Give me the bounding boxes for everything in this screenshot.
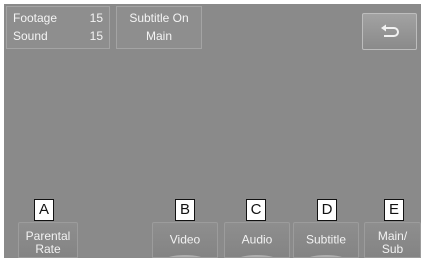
footage-row: Footage 15	[13, 11, 103, 27]
callout-e: E	[384, 199, 404, 221]
video-label: Video	[169, 232, 201, 247]
subtitle-status-line1: Subtitle On	[129, 11, 189, 25]
sound-row: Sound 15	[13, 29, 103, 45]
main-sub-button[interactable]: Main/ Sub	[364, 222, 421, 258]
footage-value: 15	[89, 11, 103, 25]
audio-indicator	[237, 255, 277, 257]
footage-sound-status: Footage 15 Sound 15	[6, 6, 110, 49]
callout-a: A	[34, 199, 54, 221]
subtitle-status-line2: Main	[145, 29, 172, 43]
callout-c: C	[246, 199, 266, 221]
video-indicator	[165, 255, 205, 257]
video-button[interactable]: Video	[152, 222, 218, 258]
callout-b: B	[175, 199, 195, 221]
sound-value: 15	[89, 29, 103, 43]
sound-label: Sound	[13, 29, 48, 43]
subtitle-indicator	[306, 255, 346, 257]
main-sub-label: Main/ Sub	[377, 229, 408, 256]
callout-d: D	[317, 199, 337, 221]
parental-rate-button[interactable]: Parental Rate	[18, 222, 78, 258]
audio-button[interactable]: Audio	[224, 222, 290, 258]
back-arrow-icon	[381, 24, 399, 37]
subtitle-label: Subtitle	[305, 232, 347, 247]
back-button[interactable]	[362, 13, 417, 50]
subtitle-button[interactable]: Subtitle	[293, 222, 359, 258]
audio-label: Audio	[241, 232, 273, 247]
parental-rate-label: Parental Rate	[25, 229, 71, 256]
subtitle-status: Subtitle On Main	[116, 6, 202, 49]
dvd-screen: Footage 15 Sound 15 Subtitle On Main A B…	[4, 4, 421, 258]
footage-label: Footage	[13, 11, 58, 25]
